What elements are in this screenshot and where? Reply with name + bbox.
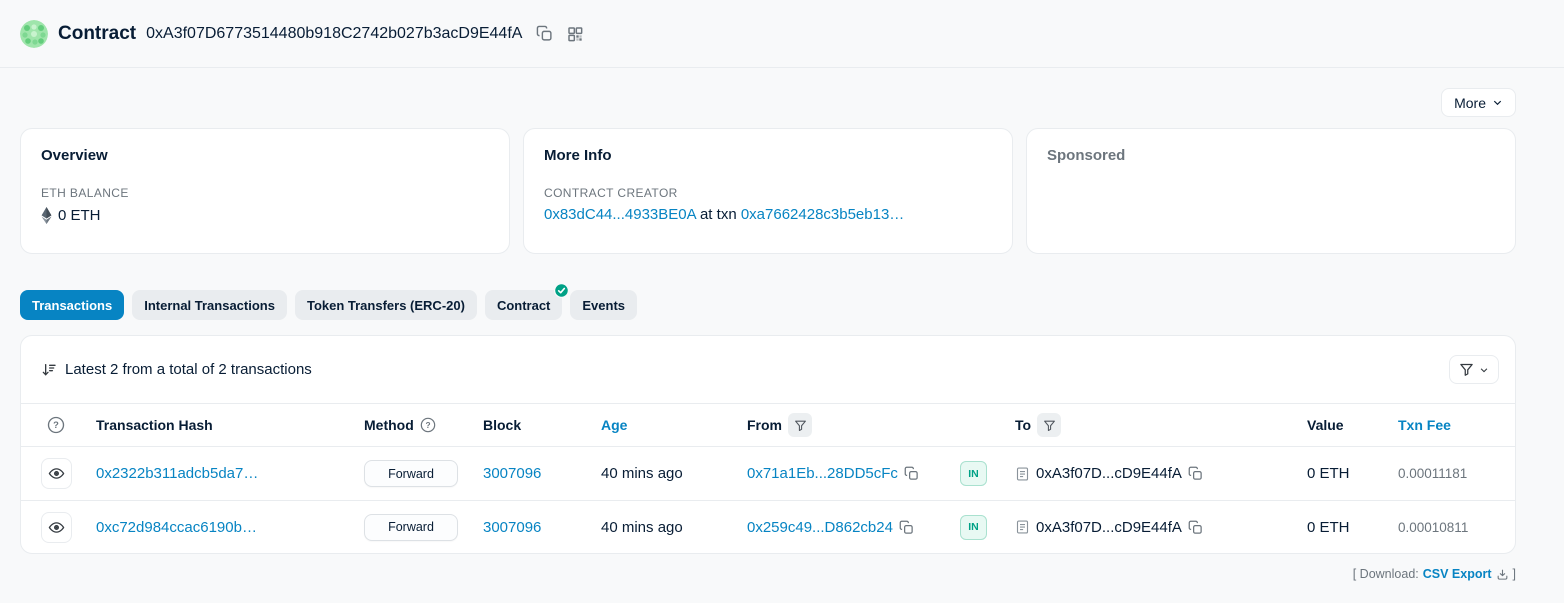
eye-icon (48, 519, 65, 536)
txn-fee-text: 0.00011181 (1398, 466, 1467, 481)
transaction-row: 0xc72d984ccac6190b… Forward 3007096 40 m… (21, 500, 1515, 553)
method-badge[interactable]: Forward (364, 514, 458, 541)
csv-export-link[interactable]: CSV Export (1423, 567, 1492, 581)
qr-code-icon[interactable] (567, 26, 583, 42)
block-link[interactable]: 3007096 (483, 519, 541, 536)
eth-diamond-icon (41, 207, 52, 224)
table-summary-text: Latest 2 from a total of 2 transactions (65, 361, 312, 378)
chevron-down-icon (1479, 365, 1489, 375)
tab-transactions[interactable]: Transactions (20, 290, 124, 320)
creator-conn-text: at txn (700, 206, 737, 223)
tab-contract[interactable]: Contract (485, 290, 562, 320)
from-address-link[interactable]: 0x71a1Eb...28DD5cFc (747, 465, 898, 482)
tab-events[interactable]: Events (570, 290, 637, 320)
col-header-value: Value (1307, 417, 1398, 433)
download-suffix: ] (1513, 567, 1516, 581)
copy-icon[interactable] (904, 466, 919, 481)
document-icon (1015, 519, 1030, 535)
block-link[interactable]: 3007096 (483, 465, 541, 482)
table-header-row: ? Transaction Hash Method ? Block Age Fr… (21, 403, 1515, 447)
funnel-icon (1043, 419, 1056, 432)
direction-badge: IN (960, 461, 987, 486)
from-filter-button[interactable] (788, 413, 812, 437)
from-address-link[interactable]: 0x259c49...D862cb24 (747, 519, 893, 536)
funnel-icon (794, 419, 807, 432)
value-text: 0 ETH (1307, 465, 1350, 482)
contract-avatar (20, 20, 48, 48)
eye-preview-button[interactable] (41, 512, 72, 543)
contract-creator-label: CONTRACT CREATOR (544, 186, 992, 200)
overview-card-title: Overview (41, 147, 489, 164)
col-header-from: From (747, 413, 1015, 437)
col-header-to: To (1015, 413, 1307, 437)
sort-desc-icon (41, 362, 57, 378)
chevron-down-icon (1492, 97, 1503, 108)
method-badge[interactable]: Forward (364, 460, 458, 487)
more-info-card-title: More Info (544, 147, 992, 164)
tab-bar: Transactions Internal Transactions Token… (20, 290, 1516, 320)
tab-token-transfers[interactable]: Token Transfers (ERC-20) (295, 290, 477, 320)
tab-label: Internal Transactions (144, 298, 275, 313)
page-header: Contract 0xA3f07D6773514480b918C2742b027… (0, 0, 1564, 68)
col-header-age[interactable]: Age (601, 417, 747, 433)
eye-icon (48, 465, 65, 482)
col-header-method: Method ? (364, 417, 483, 433)
download-row: [ Download: CSV Export ] (20, 567, 1516, 581)
copy-icon[interactable] (899, 520, 914, 535)
document-icon (1015, 466, 1030, 482)
to-address: 0xA3f07D...cD9E44fA (1036, 519, 1182, 536)
age-text: 40 mins ago (601, 519, 683, 536)
funnel-icon (1459, 362, 1474, 377)
table-filter-button[interactable] (1449, 355, 1499, 384)
value-text: 0 ETH (1307, 519, 1350, 536)
eth-balance-value: 0 ETH (58, 207, 101, 224)
tab-internal-transactions[interactable]: Internal Transactions (132, 290, 287, 320)
eye-preview-button[interactable] (41, 458, 72, 489)
tab-label: Contract (497, 298, 550, 313)
page-title: Contract (58, 23, 136, 45)
info-cards: Overview ETH BALANCE 0 ETH More Info CON… (20, 128, 1516, 254)
age-text: 40 mins ago (601, 465, 683, 482)
action-row: More (20, 88, 1516, 117)
svg-text:?: ? (425, 420, 430, 430)
txn-hash-link[interactable]: 0xc72d984ccac6190b… (96, 519, 257, 536)
col-header-block: Block (483, 417, 601, 433)
col-header-hash: Transaction Hash (96, 417, 364, 433)
more-button-label: More (1454, 95, 1486, 111)
question-circle-icon[interactable]: ? (47, 416, 65, 434)
download-prefix: [ Download: (1353, 567, 1419, 581)
svg-text:?: ? (53, 420, 59, 430)
tab-label: Events (582, 298, 625, 313)
overview-card: Overview ETH BALANCE 0 ETH (20, 128, 510, 254)
verified-check-badge-icon (554, 283, 569, 298)
more-button[interactable]: More (1441, 88, 1516, 117)
sponsored-card-title: Sponsored (1047, 147, 1495, 164)
creator-address-link[interactable]: 0x83dC44...4933BE0A (544, 206, 696, 223)
contract-address: 0xA3f07D6773514480b918C2742b027b3acD9E44… (146, 25, 522, 43)
transactions-panel: Latest 2 from a total of 2 transactions … (20, 335, 1516, 554)
download-icon (1496, 568, 1509, 581)
to-filter-button[interactable] (1037, 413, 1061, 437)
tab-label: Transactions (32, 298, 112, 313)
copy-icon[interactable] (536, 25, 553, 42)
creator-txn-link[interactable]: 0xa7662428c3b5eb13… (741, 206, 904, 223)
direction-badge: IN (960, 515, 987, 540)
sponsored-card: Sponsored (1026, 128, 1516, 254)
transaction-row: 0x2322b311adcb5da7… Forward 3007096 40 m… (21, 447, 1515, 500)
table-summary: Latest 2 from a total of 2 transactions (41, 361, 312, 378)
tab-label: Token Transfers (ERC-20) (307, 298, 465, 313)
eth-balance-label: ETH BALANCE (41, 186, 489, 200)
copy-icon[interactable] (1188, 466, 1203, 481)
col-header-fee[interactable]: Txn Fee (1398, 417, 1516, 433)
txn-fee-text: 0.00010811 (1398, 520, 1468, 535)
to-address: 0xA3f07D...cD9E44fA (1036, 465, 1182, 482)
question-circle-icon[interactable]: ? (420, 417, 436, 433)
copy-icon[interactable] (1188, 520, 1203, 535)
more-info-card: More Info CONTRACT CREATOR 0x83dC44...49… (523, 128, 1013, 254)
txn-hash-link[interactable]: 0x2322b311adcb5da7… (96, 465, 258, 482)
